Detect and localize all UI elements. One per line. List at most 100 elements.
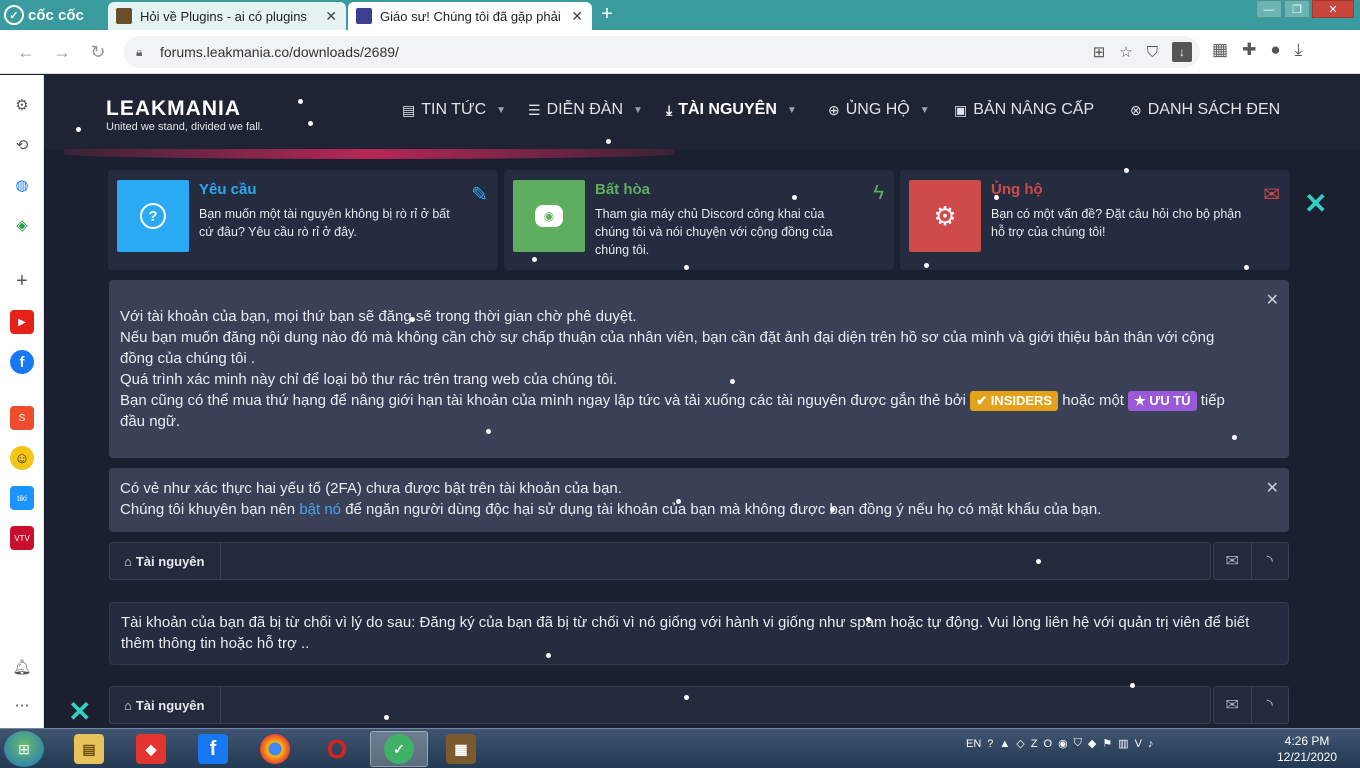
notification-bell-icon[interactable]: 🔔︎ xyxy=(10,655,34,679)
settings-icon[interactable]: ⚙ xyxy=(10,93,34,117)
lock-icon: 🔒︎ xyxy=(136,44,143,59)
enable-2fa-link[interactable]: bật nó xyxy=(299,501,341,518)
system-tray: EN ? ▲ ◇ Z O ◉ ⛉ ◆ ⚑ ▥ V ♪ xyxy=(966,737,1154,750)
address-bar[interactable]: 🔒︎ forums.leakmania.co/downloads/2689/ ⊞… xyxy=(124,36,1200,68)
translate-icon[interactable]: ⊞ xyxy=(1093,43,1106,61)
profile-icon[interactable]: ● xyxy=(1270,40,1280,60)
taskbar-explorer[interactable]: ▤ xyxy=(60,731,118,767)
rss-icon[interactable]: ◝ xyxy=(1252,543,1289,579)
emoji-icon[interactable]: ☺ xyxy=(10,446,34,470)
tab-plugins[interactable]: Hỏi về Plugins - ai có plugins ✕ xyxy=(108,2,346,30)
language-indicator[interactable]: EN xyxy=(966,738,981,750)
facebook-icon: f xyxy=(198,734,228,764)
volume-icon[interactable]: ♪ xyxy=(1148,738,1154,750)
avast-icon[interactable]: ◉ xyxy=(1058,737,1068,750)
url-text: forums.leakmania.co/downloads/2689/ xyxy=(160,44,399,60)
nav-label: BẢN NÂNG CẤP xyxy=(973,101,1095,118)
game-tray-icon[interactable]: ◆ xyxy=(1088,737,1096,750)
calendar-icon[interactable]: ▦ xyxy=(1212,40,1228,60)
add-icon[interactable]: + xyxy=(10,269,34,293)
breadcrumb-item-resources[interactable]: ⌂ Tài nguyên xyxy=(110,687,222,723)
card-title: Bất hòa xyxy=(595,181,651,198)
flag-icon[interactable]: ⚑ xyxy=(1102,737,1112,750)
snowflake xyxy=(1124,168,1129,173)
tab-close-icon[interactable]: ✕ xyxy=(324,8,338,25)
bookmark-star-icon[interactable]: ☆ xyxy=(1119,43,1132,61)
shield-tray-icon[interactable]: ⛉ xyxy=(1074,737,1082,750)
more-icon[interactable]: ⋯ xyxy=(10,693,34,717)
card-square: ◉ xyxy=(513,180,585,252)
clock-date: 12/21/2020 xyxy=(1276,750,1338,764)
reload-button[interactable]: ↻ xyxy=(86,40,110,64)
notice-line: Nếu bạn muốn đăng nội dung nào đó mà khô… xyxy=(120,329,1215,367)
extensions-icon[interactable]: ✚ xyxy=(1242,40,1256,60)
nav-tin-tuc[interactable]: ▤ TIN TỨC ▼ xyxy=(402,101,506,119)
close-icon[interactable]: ✕ xyxy=(1266,290,1279,311)
vivaldi-icon[interactable]: V xyxy=(1135,738,1142,750)
nav-ung-ho[interactable]: ⊕ ỦNG HỘ ▼ xyxy=(828,101,930,119)
close-window-button[interactable]: ✕ xyxy=(1312,0,1354,18)
shopee-icon[interactable]: S xyxy=(10,406,34,430)
mail-icon[interactable]: ✉ xyxy=(1214,543,1252,579)
screen: ✓ cốc cốc Hỏi về Plugins - ai có plugins… xyxy=(0,0,1360,768)
messenger-icon[interactable]: ◍ xyxy=(10,173,34,197)
rss-icon[interactable]: ◝ xyxy=(1252,687,1289,723)
network-icon[interactable]: ▥ xyxy=(1118,737,1128,750)
dropbox-icon[interactable]: ◇ xyxy=(1016,737,1024,750)
vtv-icon[interactable]: VTV xyxy=(10,526,34,550)
question-icon: ? xyxy=(140,203,166,229)
browser-logo-text: cốc cốc xyxy=(28,6,84,24)
taskbar-anydesk[interactable]: ◆ xyxy=(122,731,180,767)
notice-text: hoặc một xyxy=(1062,392,1124,409)
web-page: LEAKMANIA United we stand, divided we fa… xyxy=(44,75,1360,728)
taskbar-minecraft[interactable]: ▦ xyxy=(432,731,490,767)
maximize-button[interactable]: ❐ xyxy=(1284,0,1310,18)
tab-title: Giáo sư! Chúng tôi đã gặp phải xyxy=(380,8,561,24)
nav-danh-sach-den[interactable]: ⊗ DANH SÁCH ĐEN xyxy=(1130,101,1280,119)
notice-line: Bạn cũng có thể mua thứ hạng để nâng giớ… xyxy=(120,390,1243,432)
close-icon[interactable]: ✕ xyxy=(1266,478,1279,499)
history-icon[interactable]: ⟲ xyxy=(10,133,34,157)
new-tab-button[interactable]: + xyxy=(594,4,620,26)
help-icon[interactable]: ? xyxy=(987,738,993,750)
snowflake xyxy=(532,257,537,262)
card-support[interactable]: ⚙ Ủng hộ Bạn có một vấn đề? Đặt câu hỏi … xyxy=(900,170,1290,270)
download-icon: ⤓ xyxy=(666,101,673,118)
taskbar-chrome[interactable] xyxy=(246,731,304,767)
youtube-icon[interactable]: ▶ xyxy=(10,310,34,334)
site-header: LEAKMANIA United we stand, divided we fa… xyxy=(44,75,1360,149)
start-button[interactable]: ⊞ xyxy=(4,731,44,767)
newspaper-icon: ▤ xyxy=(402,101,416,118)
nav-ban-nang-cap[interactable]: ▣ BẢN NÂNG CẤP xyxy=(954,101,1094,119)
tab-close-icon[interactable]: ✕ xyxy=(570,8,584,25)
system-clock[interactable]: 4:26 PM 12/21/2020 xyxy=(1272,733,1342,765)
taskbar-coccoc[interactable]: ✓ xyxy=(370,731,428,767)
forward-button[interactable]: → xyxy=(50,40,74,64)
opera-tray-icon[interactable]: O xyxy=(1044,738,1053,750)
breadcrumb-actions: ✉ ◝ xyxy=(1213,542,1289,580)
facebook-icon[interactable]: f xyxy=(10,350,34,374)
browser-logo[interactable]: ✓ cốc cốc xyxy=(4,3,104,27)
downloads-icon[interactable]: ⤓ xyxy=(1295,40,1303,60)
nav-tai-nguyen[interactable]: ⤓ TÀI NGUYÊN ▼ xyxy=(666,101,797,119)
card-discord[interactable]: ◉ Bất hòa Tham gia máy chủ Discord công … xyxy=(504,170,894,270)
taskbar-opera[interactable]: O xyxy=(308,731,366,767)
back-button[interactable]: ← xyxy=(14,40,38,64)
mail-icon[interactable]: ✉ xyxy=(1214,687,1252,723)
bolt-icon: ϟ xyxy=(873,182,884,204)
minimize-button[interactable]: — xyxy=(1256,0,1282,18)
taskbar-facebook[interactable]: f xyxy=(184,731,242,767)
download-icon[interactable]: ↓ xyxy=(1172,42,1192,62)
breadcrumb-item-resources[interactable]: ⌂ Tài nguyên xyxy=(110,543,222,579)
zalo-icon[interactable]: Z xyxy=(1031,738,1038,750)
shield-icon[interactable]: ⛉ xyxy=(1147,44,1158,61)
site-logo[interactable]: LEAKMANIA xyxy=(106,97,241,121)
chevron-up-icon[interactable]: ▲ xyxy=(999,738,1010,750)
card-request[interactable]: ? Yêu cầu Bạn muốn một tài nguyên không … xyxy=(108,170,498,270)
ban-icon: ⊗ xyxy=(1130,101,1142,118)
tab-leakmania[interactable]: Giáo sư! Chúng tôi đã gặp phải ✕ xyxy=(348,2,592,30)
nav-dien-dan[interactable]: ☰ DIỄN ĐÀN ▼ xyxy=(528,101,643,119)
x-decoration-icon: ✕ xyxy=(1304,188,1328,219)
game-icon[interactable]: ◈ xyxy=(10,213,34,237)
tiki-icon[interactable]: tiki xyxy=(10,486,34,510)
